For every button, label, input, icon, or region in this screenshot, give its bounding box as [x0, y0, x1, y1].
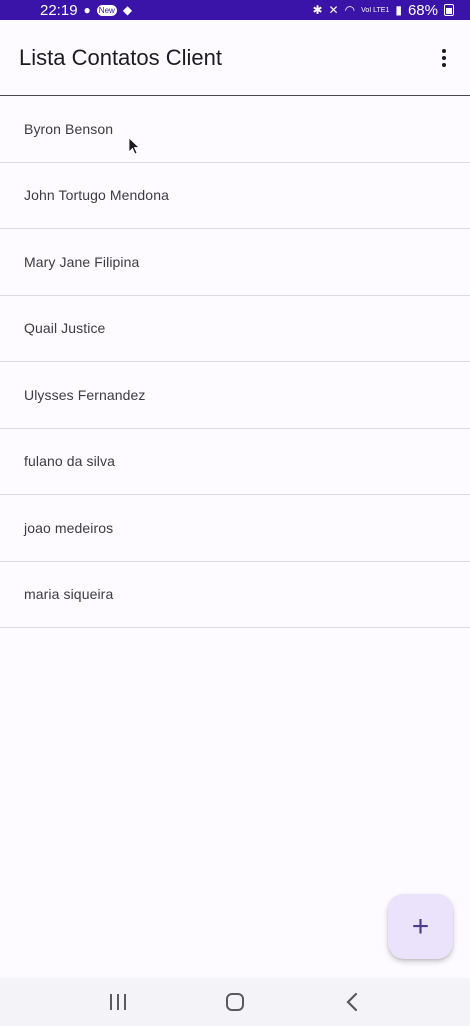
status-right: ✱ ✕ ◠ VoI LTE1 ▮ 68% [312, 2, 454, 19]
list-item[interactable]: Byron Benson [0, 96, 470, 163]
list-item[interactable]: Quail Justice [0, 295, 470, 362]
pinterest-icon: ● [83, 3, 91, 17]
system-nav-bar [0, 978, 470, 1026]
mute-icon: ✕ [328, 3, 339, 17]
dot [442, 62, 446, 67]
home-button[interactable] [215, 982, 255, 1022]
battery-icon [444, 4, 454, 16]
bluetooth-icon: ✱ [312, 3, 323, 17]
recents-button[interactable] [98, 982, 138, 1022]
overflow-menu-icon[interactable] [432, 38, 456, 78]
signal-icon: ▮ [395, 3, 402, 17]
list-item[interactable]: Mary Jane Filipina [0, 229, 470, 296]
contact-name: maria siqueira [24, 586, 114, 603]
mouse-cursor-icon [128, 137, 140, 155]
contact-name: fulano da silva [24, 453, 116, 470]
list-item[interactable]: Ulysses Fernandez [0, 362, 470, 429]
status-bar: 22:19 ● New ◆ ✱ ✕ ◠ VoI LTE1 ▮ 68% [0, 0, 470, 20]
contact-name: John Tortugo Mendona [24, 187, 169, 204]
recents-icon [110, 994, 127, 1010]
list-item[interactable]: fulano da silva [0, 428, 470, 495]
contact-list: Byron Benson John Tortugo Mendona Mary J… [0, 96, 470, 628]
list-item[interactable]: maria siqueira [0, 561, 470, 628]
add-contact-button[interactable]: + [388, 894, 453, 959]
lte-label: VoI LTE1 [361, 6, 390, 14]
contact-name: joao medeiros [24, 519, 114, 536]
contact-name: Mary Jane Filipina [24, 253, 140, 270]
plus-icon: + [411, 909, 430, 943]
dot [442, 48, 446, 53]
contact-name: Quail Justice [24, 320, 106, 337]
list-item[interactable]: John Tortugo Mendona [0, 162, 470, 229]
app-bar: Lista Contatos Client [0, 20, 470, 96]
battery-percent: 68% [407, 1, 438, 19]
new-badge: New [96, 4, 117, 16]
contact-name: Byron Benson [24, 120, 114, 137]
contact-name: Ulysses Fernandez [24, 386, 146, 403]
dot [442, 55, 446, 60]
wifi-icon: ◠ [344, 3, 356, 17]
status-time: 22:19 [40, 1, 78, 19]
location-icon: ◆ [122, 3, 133, 17]
screen: 22:19 ● New ◆ ✱ ✕ ◠ VoI LTE1 ▮ 68% Lista… [0, 0, 470, 1026]
back-button[interactable] [332, 982, 372, 1022]
page-title: Lista Contatos Client [19, 44, 222, 70]
home-icon [225, 993, 244, 1011]
list-item[interactable]: joao medeiros [0, 495, 470, 562]
back-icon [346, 992, 357, 1012]
status-left: 22:19 ● New ◆ [40, 2, 132, 19]
